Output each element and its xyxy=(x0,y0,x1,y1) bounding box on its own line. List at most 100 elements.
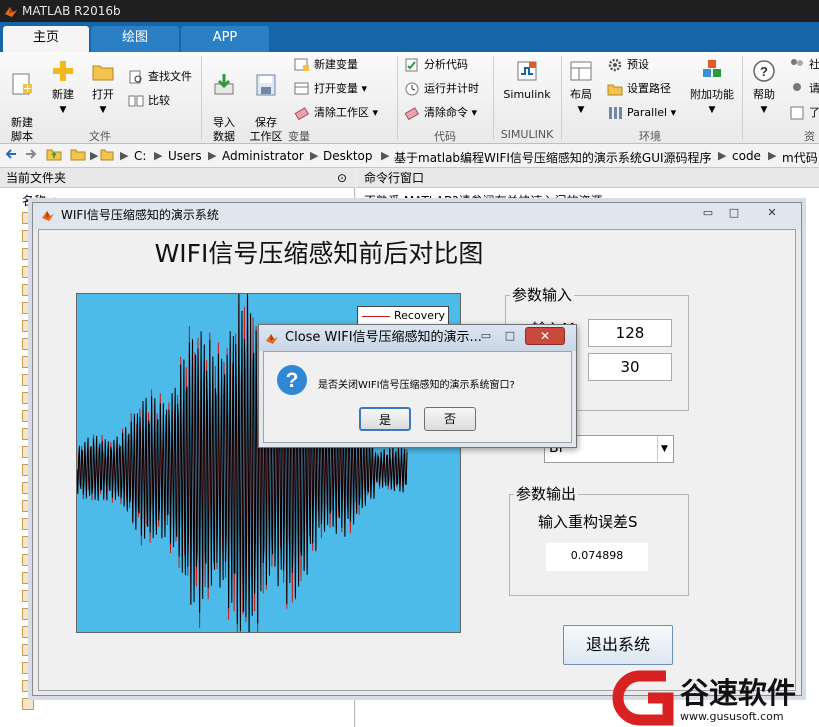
new-label: 新建 xyxy=(52,88,74,101)
output-value: 0.074898 xyxy=(546,543,648,571)
resources-group-label: 资 xyxy=(804,130,815,143)
dialog-body: ? 是否关闭WIFI信号压缩感知的演示系统窗口? 是 否 xyxy=(263,351,572,443)
maximize-button[interactable]: □ xyxy=(723,207,745,221)
clear-workspace-button[interactable]: 清除工作区 ▾ xyxy=(294,104,378,122)
forward-arrow-icon[interactable] xyxy=(24,147,38,164)
svg-text:?: ? xyxy=(760,64,768,79)
legend-label: Recovery xyxy=(394,309,446,322)
new-variable-icon xyxy=(294,58,309,71)
up-folder-icon[interactable] xyxy=(46,147,62,164)
drive-folder-icon xyxy=(100,147,114,164)
help-icon: ? xyxy=(753,60,775,82)
path-segment[interactable]: Users xyxy=(168,149,202,163)
matlab-logo-icon xyxy=(266,334,278,344)
panel-menu-icon[interactable]: ⊙ xyxy=(337,168,347,188)
minimize-button[interactable]: ▭ xyxy=(697,207,719,221)
separator-icon: ▶ xyxy=(120,149,129,162)
path-segment[interactable]: Desktop xyxy=(323,149,373,163)
new-button[interactable]: 新建 ▼ xyxy=(46,58,80,117)
input-m-field[interactable]: 128 xyxy=(588,319,672,347)
folder-icon xyxy=(607,84,623,96)
request-support-button[interactable]: 请 xyxy=(789,80,819,98)
layout-button[interactable]: 布局 ▼ xyxy=(566,58,596,117)
new-variable-button[interactable]: 新建变量 xyxy=(294,56,358,74)
dialog-maximize-button[interactable]: □ xyxy=(499,330,521,344)
close-button[interactable]: ✕ xyxy=(761,207,783,221)
figure-title-bar: WIFI信号压缩感知的演示系统 ▭ □ ✕ xyxy=(33,203,801,229)
open-variable-button[interactable]: 打开变量 ▾ xyxy=(294,80,367,98)
folder-open-icon xyxy=(92,65,114,81)
param-input-label: 参数输入 xyxy=(510,284,575,305)
plot-legend: Recovery xyxy=(357,306,449,326)
file-group-label: 文件 xyxy=(89,130,111,143)
dialog-title: Close WIFI信号压缩感知的演示... xyxy=(285,330,482,345)
dialog-message: 是否关闭WIFI信号压缩感知的演示系统窗口? xyxy=(318,380,515,391)
add-ons-button[interactable]: 附加功能 ▼ xyxy=(686,58,738,117)
path-segment[interactable]: 基于matlab编程WIFI信号压缩感知的演示系统GUI源码程序 xyxy=(394,149,712,166)
find-files-button[interactable]: 查找文件 xyxy=(128,68,192,86)
open-button[interactable]: 打开 ▼ xyxy=(86,58,120,117)
compare-button[interactable]: 比较 xyxy=(128,92,170,110)
clear-commands-button[interactable]: 清除命令 ▾ xyxy=(404,104,477,122)
path-segment[interactable]: code xyxy=(732,149,761,163)
figure-title: WIFI信号压缩感知的演示系统 xyxy=(61,208,219,222)
parallel-button[interactable]: Parallel ▾ xyxy=(607,104,676,122)
command-window-title: 命令行窗口 xyxy=(356,168,819,188)
community-button[interactable]: 社 xyxy=(789,56,819,74)
support-icon xyxy=(793,83,801,91)
dialog-close-button[interactable]: ✕ xyxy=(525,327,565,345)
set-path-button[interactable]: 设置路径 xyxy=(607,80,671,98)
analyze-code-button[interactable]: 分析代码 xyxy=(404,56,468,74)
separator-icon: ▶ xyxy=(768,149,777,162)
browse-folder-icon[interactable] xyxy=(70,147,86,164)
file-icon[interactable] xyxy=(22,698,34,710)
current-folder-label: 当前文件夹 xyxy=(6,171,67,185)
learn-icon xyxy=(790,106,804,120)
legend-line-icon xyxy=(362,316,390,317)
path-segment[interactable]: Administrator xyxy=(222,149,304,163)
back-arrow-icon[interactable] xyxy=(4,147,18,164)
compare-label: 比较 xyxy=(148,94,170,107)
simulink-button[interactable]: Simulink xyxy=(500,58,554,102)
run-and-time-button[interactable]: 运行并计时 xyxy=(404,80,479,98)
no-button[interactable]: 否 xyxy=(424,407,476,431)
gui-figure-window: WIFI信号压缩感知的演示系统 ▭ □ ✕ WIFI信号压缩感知前后对比图 Re… xyxy=(32,202,802,696)
svg-text:?: ? xyxy=(286,369,299,392)
ribbon-tab-bar: 主页 绘图 APP xyxy=(0,22,819,52)
save-workspace-icon xyxy=(256,74,276,96)
chevron-down-icon[interactable]: ▼ xyxy=(657,436,671,462)
separator-icon: ▶ xyxy=(90,149,99,162)
preferences-button[interactable]: 预设 xyxy=(607,56,649,74)
learn-matlab-button[interactable]: 了 xyxy=(789,104,819,122)
param-output-group: 参数输出 输入重构误差S 0.074898 xyxy=(509,483,689,596)
plus-icon xyxy=(53,61,73,81)
path-segment[interactable]: C: xyxy=(134,149,146,163)
gear-icon xyxy=(608,58,622,72)
set-path-label: 设置路径 xyxy=(627,82,671,95)
dialog-minimize-button[interactable]: ▭ xyxy=(475,330,497,344)
input-k-field[interactable]: 30 xyxy=(588,353,672,381)
tab-apps[interactable]: APP xyxy=(181,26,269,52)
help-button[interactable]: ? 帮助 ▼ xyxy=(748,58,780,117)
yes-button[interactable]: 是 xyxy=(359,407,411,431)
run-and-time-label: 运行并计时 xyxy=(424,82,479,95)
path-segment[interactable]: m代码 xyxy=(782,149,818,166)
community-icon xyxy=(791,59,803,66)
learn-matlab-label: 了 xyxy=(809,106,819,119)
watermark-url: www.gususoft.com xyxy=(680,710,784,723)
add-ons-label: 附加功能 xyxy=(690,88,734,101)
figure-heading: WIFI信号压缩感知前后对比图 xyxy=(154,239,484,268)
clear-commands-icon xyxy=(404,107,420,121)
new-script-icon xyxy=(12,73,32,95)
simulink-label: Simulink xyxy=(503,88,551,101)
tab-plots[interactable]: 绘图 xyxy=(91,26,179,52)
parallel-label: Parallel xyxy=(627,106,668,119)
brand-g-logo xyxy=(612,670,674,726)
code-group-label: 代码 xyxy=(434,130,456,143)
tab-home[interactable]: 主页 xyxy=(3,26,89,52)
output-description: 输入重构误差S xyxy=(538,513,638,531)
open-variable-icon xyxy=(294,82,309,95)
ribbon: 新建 脚本 新建 ▼ 打开 ▼ 查找文件 比较 文件 导入 数据 保存 工作区 新建… xyxy=(0,52,819,144)
simulink-group-label: SIMULINK xyxy=(500,128,554,141)
exit-system-button[interactable]: 退出系统 xyxy=(563,625,673,665)
